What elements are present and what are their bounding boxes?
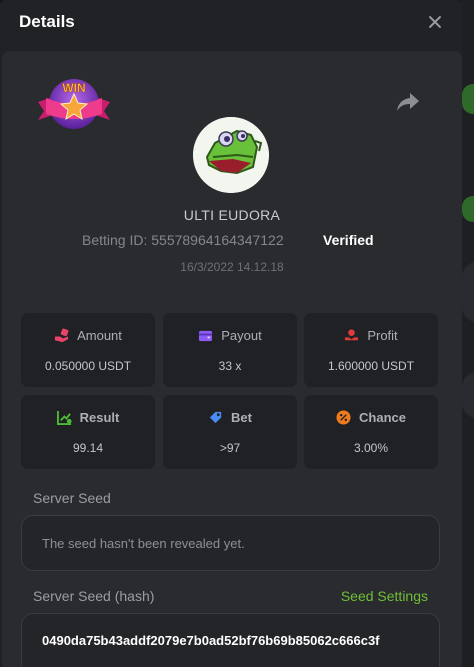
background-chip bbox=[462, 196, 474, 222]
share-icon[interactable] bbox=[396, 91, 420, 113]
user-name: ULTI EUDORA bbox=[183, 207, 281, 223]
stat-value: 99.14 bbox=[72, 441, 104, 455]
stat-label: Bet bbox=[231, 410, 252, 425]
server-seed-label: Server Seed bbox=[33, 490, 111, 506]
stat-label: Result bbox=[79, 410, 120, 425]
verified-label: Verified bbox=[323, 232, 374, 248]
win-badge-icon: WIN bbox=[38, 79, 110, 129]
server-seed-hash-field[interactable]: 0490da75b43addf2079e7b0ad52bf76b69b85062… bbox=[21, 613, 440, 667]
stat-label: Profit bbox=[367, 328, 398, 343]
stat-value: 0.050000 USDT bbox=[44, 359, 132, 373]
chart-up-icon bbox=[56, 410, 72, 425]
bet-details-card: WIN ULTI EUDORA Betting ID: 555789641643… bbox=[2, 51, 462, 667]
hand-coin-icon bbox=[345, 329, 359, 341]
close-icon[interactable] bbox=[426, 13, 444, 31]
server-seed-value: The seed hasn't been revealed yet. bbox=[42, 536, 245, 551]
modal-header: Details bbox=[0, 0, 462, 44]
modal-title: Details bbox=[19, 12, 75, 31]
coins-hand-icon bbox=[55, 328, 69, 343]
stat-bet: Bet >97 bbox=[163, 395, 297, 469]
stat-label: Payout bbox=[221, 328, 262, 343]
stat-result: Result 99.14 bbox=[21, 395, 155, 469]
server-seed-hash-label: Server Seed (hash) bbox=[33, 588, 155, 604]
stat-amount: Amount 0.050000 USDT bbox=[21, 313, 155, 387]
stat-label: Amount bbox=[77, 328, 122, 343]
stat-profit: Profit 1.600000 USDT bbox=[304, 313, 438, 387]
wallet-icon bbox=[199, 330, 213, 342]
stat-value: 33 x bbox=[218, 359, 242, 373]
stat-payout: Payout 33 x bbox=[163, 313, 297, 387]
stat-value: 1.600000 USDT bbox=[327, 359, 415, 373]
seed-settings-link[interactable]: Seed Settings bbox=[341, 588, 428, 604]
percent-icon bbox=[336, 410, 351, 425]
background-avatar bbox=[462, 262, 474, 322]
stat-chance: Chance 3.00% bbox=[304, 395, 438, 469]
tag-icon bbox=[209, 411, 222, 424]
stat-value: 3.00% bbox=[353, 441, 389, 455]
background-avatar bbox=[462, 372, 474, 418]
background-page bbox=[460, 0, 474, 667]
betting-id: Betting ID: 55578964164347122 bbox=[82, 232, 284, 248]
bet-date: 16/3/2022 14.12.18 bbox=[180, 260, 284, 274]
avatar bbox=[193, 117, 269, 193]
details-modal: Details WIN ULTI EUDORA Betting ID: 5557… bbox=[0, 0, 462, 667]
server-seed-field[interactable]: The seed hasn't been revealed yet. bbox=[21, 515, 440, 571]
stat-label: Chance bbox=[359, 410, 406, 425]
frog-avatar-icon bbox=[193, 117, 269, 193]
stat-value: >97 bbox=[219, 441, 241, 455]
server-seed-hash-value: 0490da75b43addf2079e7b0ad52bf76b69b85062… bbox=[42, 633, 380, 648]
background-chip bbox=[462, 84, 474, 114]
win-badge-text: WIN bbox=[62, 81, 85, 95]
